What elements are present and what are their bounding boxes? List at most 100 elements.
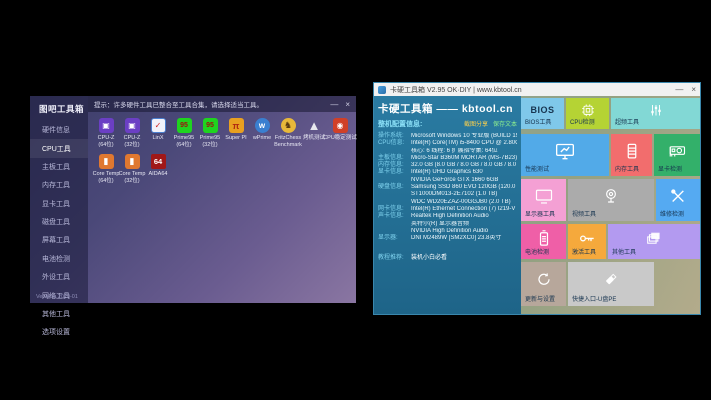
tool-aida64[interactable]: 64 AIDA64	[145, 154, 171, 184]
nic-value: Intel(R) Ethernet Connection (7) I219-V …	[411, 206, 517, 213]
tool-burn-test[interactable]: ▲ 烤机测试	[301, 118, 327, 148]
disk3-value: WDC WD20EZAZ-00GGJB0 (2.0 TB)	[411, 199, 517, 206]
sidebar-item-other-tools[interactable]: 其他工具	[30, 305, 88, 323]
save-text-link[interactable]: 保存文本	[493, 119, 517, 128]
triangle-icon: ▲	[307, 118, 322, 133]
battery-icon	[538, 229, 549, 246]
hardware-info-list: 操作系统:Microsoft Windows 10 专业版 (BUILD 190…	[378, 133, 517, 242]
toolbox-window: 图吧工具箱 硬件信息 CPU工具 主板工具 内存工具 显卡工具 磁盘工具 屏幕工…	[30, 96, 356, 303]
kbtool-window: 卡硬工具箱 V2.95 OK·DIY | www.kbtool.cn — × 卡…	[373, 82, 701, 315]
tool-prime95-64[interactable]: 95 Prime95(64位)	[171, 118, 197, 148]
prime95-icon: 95	[177, 118, 192, 133]
chess-knight-icon: ♞	[281, 118, 296, 133]
aida64-icon: 64	[151, 154, 166, 169]
cpu-value: Intel(R) Core(TM) i5-8400 CPU @ 2.80GHz	[411, 140, 517, 147]
monitor-value: DNI M2489W [SM2XC0] 23.8英寸	[411, 235, 517, 242]
tool-coretemp-32[interactable]: ▮ Core Temp(32位)	[119, 154, 145, 184]
close-button[interactable]: ×	[691, 85, 696, 94]
tile-other-tools[interactable]: 其他工具	[608, 224, 700, 259]
sidebar-item-memory-tools[interactable]: 内存工具	[30, 176, 88, 194]
monitor-gauge-icon	[555, 142, 575, 159]
tile-update-settings[interactable]: 更新与设置	[521, 262, 566, 306]
tool-cpuz-64[interactable]: ▣ CPU-Z(64位)	[93, 118, 119, 148]
prime95-icon: 95	[203, 118, 218, 133]
tool-coretemp-64[interactable]: ▮ Core Temp(64位)	[93, 154, 119, 184]
minimize-button[interactable]: —	[330, 100, 338, 109]
sidebar-item-motherboard-tools[interactable]: 主板工具	[30, 158, 88, 176]
hint-text: 提示：许多硬件工具已整合至工具合集，请选择适当工具。	[94, 99, 323, 109]
gauge-icon: ◉	[333, 118, 348, 133]
screenshot-share-link[interactable]: 截图分享	[464, 119, 488, 128]
tile-bios-tools[interactable]: BIOS BIOS工具	[521, 98, 564, 129]
thermometer-icon: ▮	[99, 154, 114, 169]
toolbox-sidebar: 图吧工具箱 硬件信息 CPU工具 主板工具 内存工具 显卡工具 磁盘工具 屏幕工…	[30, 96, 88, 303]
thermometer-icon: ▮	[125, 154, 140, 169]
tile-cpu-test[interactable]: CPU检测	[566, 98, 609, 129]
sidebar-item-peripheral-tools[interactable]: 外设工具	[30, 268, 88, 286]
monitor-icon	[535, 188, 553, 203]
disk2-value: ST1000DM013-2E7102 (1.0 TB)	[411, 191, 517, 198]
app-icon	[378, 86, 386, 94]
tile-activation-tools[interactable]: 激活工具	[568, 224, 606, 259]
gpu2-value: NVIDIA GeForce GTX 1660 6GB	[411, 177, 517, 184]
tile-monitor-tools[interactable]: 显示器工具	[521, 179, 566, 221]
sidebar-item-disk-tools[interactable]: 磁盘工具	[30, 213, 88, 231]
sliders-icon	[648, 103, 664, 117]
gpu-card-icon	[668, 144, 686, 158]
cpuz-icon: ▣	[99, 118, 114, 133]
sidebar-item-gpu-tools[interactable]: 显卡工具	[30, 195, 88, 213]
tile-memory-tools[interactable]: 内存工具	[611, 134, 652, 176]
wprime-icon: w	[255, 118, 270, 133]
audio3-value: NVIDIA High Definition Audio	[411, 228, 517, 235]
kbtool-titlebar: 卡硬工具箱 V2.95 OK·DIY | www.kbtool.cn — ×	[374, 83, 700, 96]
kbtool-body: 卡硬工具箱 —— kbtool.cn 整机配置信息: 截图分享 保存文本 操作系…	[374, 96, 700, 314]
system-info-panel: 卡硬工具箱 —— kbtool.cn 整机配置信息: 截图分享 保存文本 操作系…	[374, 96, 521, 314]
refresh-icon	[536, 272, 551, 287]
tool-linx[interactable]: ✓ LinX	[145, 118, 171, 148]
hint-bar: 提示：许多硬件工具已整合至工具合集，请选择适当工具。 — ×	[88, 96, 356, 112]
tile-overclock-tools[interactable]: 超频工具	[611, 98, 700, 129]
sidebar-item-hardware-info[interactable]: 硬件信息	[30, 121, 88, 139]
tutorial-row: 教程推荐: 装机小白必看	[378, 252, 517, 261]
tool-cpuz-32[interactable]: ▣ CPU-Z(32位)	[119, 118, 145, 148]
minimize-button[interactable]: —	[675, 85, 683, 94]
tool-cpu-stability[interactable]: ◉ CPU稳定测试	[327, 118, 353, 148]
gpu1-value: Intel(R) UHD Graphics 630	[411, 169, 517, 176]
cpu-chip-icon	[581, 103, 595, 117]
key-icon	[579, 233, 595, 244]
tile-usb-pe-shortcut[interactable]: 快捷入口-U盘PE	[568, 262, 654, 306]
sidebar-item-cpu-tools[interactable]: CPU工具	[30, 139, 88, 157]
tool-fritzchess[interactable]: ♞ FritzChessBenchmark	[275, 118, 301, 148]
cpu-detail-value: 核心: 6 线程: 6 扩展指令集: 64位	[411, 148, 517, 155]
pi-icon: π	[229, 118, 244, 133]
usb-drive-icon	[604, 272, 619, 287]
stacked-files-icon	[646, 231, 663, 245]
sidebar-item-settings[interactable]: 选项设置	[30, 323, 88, 341]
window-title: 卡硬工具箱 V2.95 OK·DIY | www.kbtool.cn	[390, 85, 667, 95]
memory-value: 32.0 GB (8.0 GB / 8.0 GB / 8.0 GB / 8.0 …	[411, 162, 517, 169]
disk1-value: Samsung SSD 860 EVO 120GB (120.0 GB)	[411, 184, 517, 191]
tile-gpu-test[interactable]: 显卡检测	[654, 134, 700, 176]
audio2-value: 英特尔(R) 显示器音频	[411, 221, 517, 228]
audio1-value: Realtek High Definition Audio	[411, 213, 517, 220]
tool-prime95-32[interactable]: 95 Prime95(32位)	[197, 118, 223, 148]
tool-wprime[interactable]: w wPrime	[249, 118, 275, 148]
ram-icon	[626, 142, 638, 159]
tutorial-link[interactable]: 装机小白必看	[411, 252, 447, 261]
checkmark-icon: ✓	[151, 118, 166, 133]
tile-battery-test[interactable]: 电池检测	[521, 224, 566, 259]
panel-title: 卡硬工具箱 —— kbtool.cn	[378, 101, 517, 116]
tile-performance-test[interactable]: 性能测试	[521, 134, 609, 176]
config-info-label: 整机配置信息:	[378, 119, 464, 129]
tile-repair-test[interactable]: 维修检测	[656, 179, 700, 221]
toolbox-main: 提示：许多硬件工具已整合至工具合集，请选择适当工具。 — × ▣ CPU-Z(6…	[88, 96, 356, 303]
motherboard-value: Micro-Star B360M MORTAR (MS-7B23)	[411, 155, 517, 162]
tile-video-tools[interactable]: 视频工具	[568, 179, 654, 221]
sidebar-item-battery-test[interactable]: 电池检测	[30, 250, 88, 268]
sidebar-item-screen-tools[interactable]: 屏幕工具	[30, 231, 88, 249]
tool-superpi[interactable]: π Super PI	[223, 118, 249, 148]
cpuz-icon: ▣	[125, 118, 140, 133]
version-label: Ver.beta.2020-01	[36, 294, 78, 300]
tool-grid: ▣ CPU-Z(64位) ▣ CPU-Z(32位) ✓ LinX 95 Prim…	[88, 112, 356, 190]
close-button[interactable]: ×	[345, 100, 350, 109]
